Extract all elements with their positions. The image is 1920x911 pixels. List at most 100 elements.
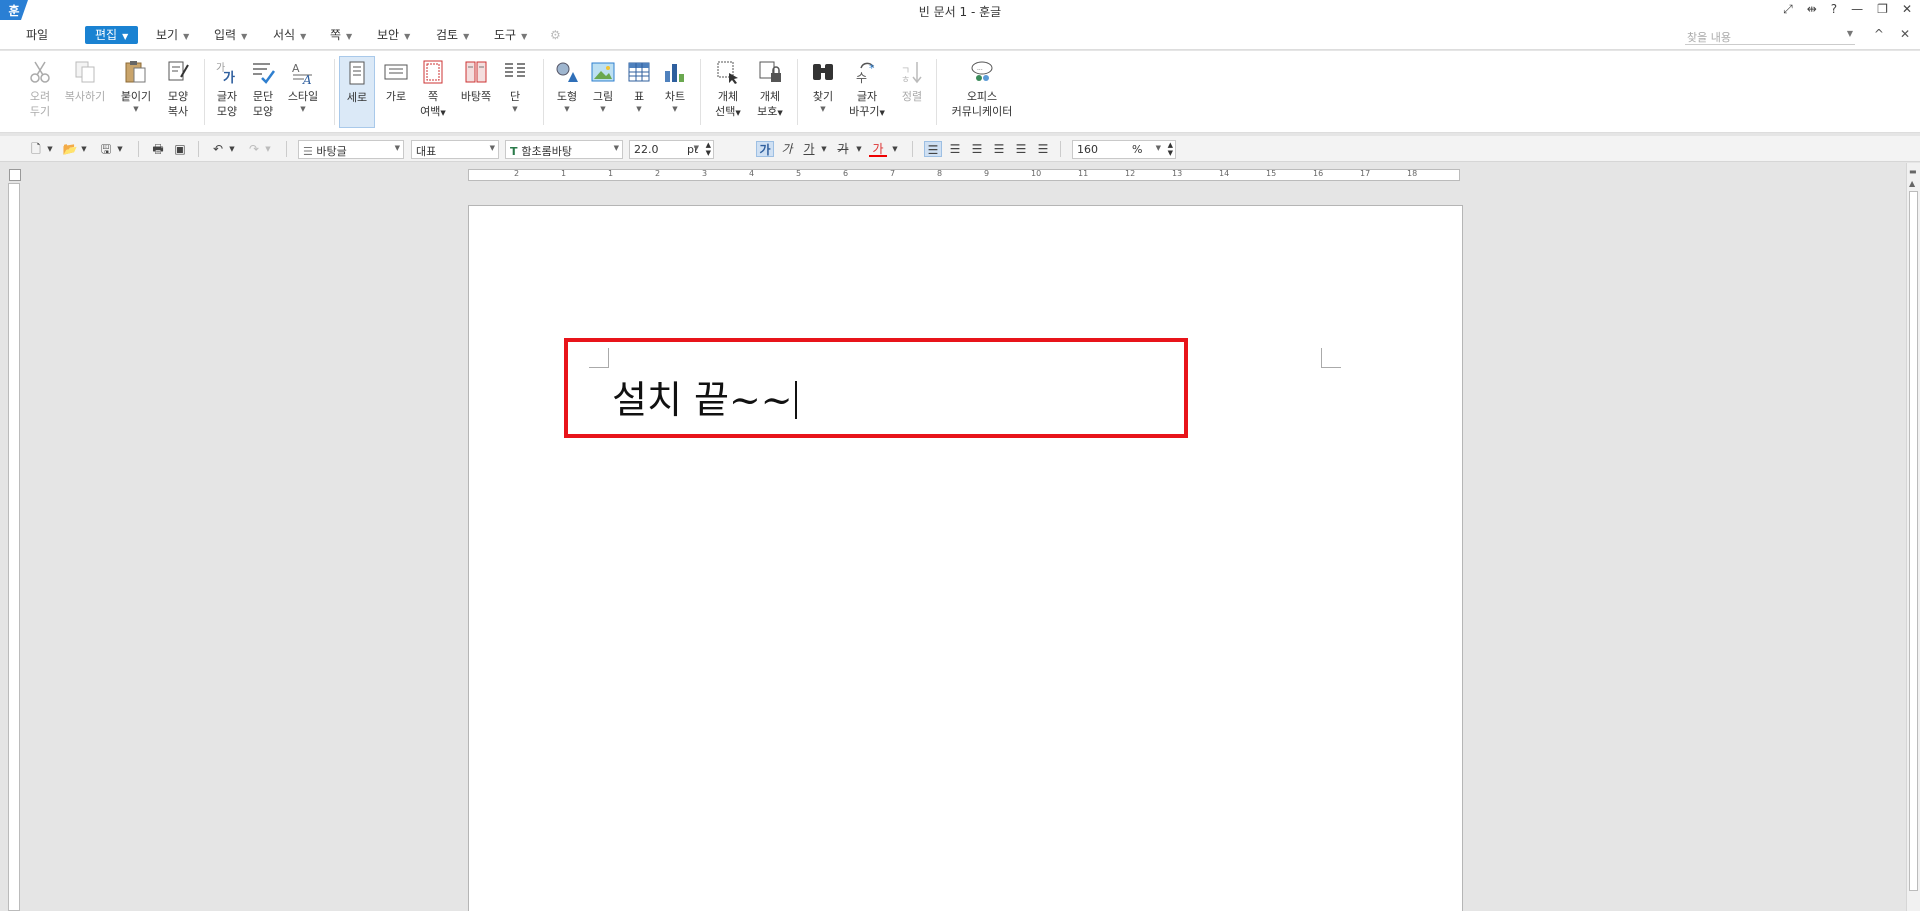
chevron-down-icon[interactable]: ▼ (80, 141, 88, 157)
spin-icon[interactable]: ▲ ▼ (706, 141, 711, 157)
align-right-icon[interactable]: ☰ (990, 141, 1008, 157)
scroll-up-icon[interactable]: ▲ (1909, 179, 1915, 188)
menu-insert[interactable]: 입력 ▼ (210, 26, 251, 44)
font-select[interactable]: T 함초롬바탕 ▼ (505, 140, 623, 159)
spin-icon[interactable]: ▲ ▼ (1168, 141, 1173, 157)
new-document-icon[interactable]: 🗋 (28, 141, 44, 157)
copy-button[interactable]: 복사하기 (60, 59, 110, 104)
office-communicator-button[interactable]: ... 오피스 커뮤니케이터 (946, 59, 1018, 119)
extra-tool-icon[interactable]: ⚙ (546, 26, 565, 44)
fullscreen-icon[interactable]: ⤢ (1783, 2, 1793, 17)
divide-icon[interactable]: ☰ (1034, 141, 1052, 157)
menu-edit[interactable]: 편집 ▼ (85, 26, 139, 44)
menu-page[interactable]: 쪽 ▼ (326, 26, 356, 44)
chevron-down-icon[interactable]: ▼ (820, 141, 828, 157)
replace-button[interactable]: 수 * 글자 바꾸기▼ (845, 59, 889, 121)
close-doc-icon[interactable]: ✕ (1900, 27, 1910, 41)
bold-button[interactable]: 가 (756, 141, 774, 157)
scroll-split-icon[interactable]: ▬ (1909, 167, 1917, 176)
chevron-down-icon[interactable]: ▼ (891, 141, 899, 157)
chevron-down-icon[interactable]: ▼ (583, 104, 623, 114)
print-preview-icon[interactable]: ▣ (172, 141, 188, 157)
char-shape-button[interactable]: 가가 글자 모양 (207, 59, 247, 119)
find-button[interactable]: 찾기 ▼ (803, 59, 843, 114)
chevron-down-icon[interactable]: ▼ (116, 104, 156, 114)
align-justify-icon[interactable]: ☰ (924, 141, 942, 157)
italic-button[interactable]: 가 (778, 141, 796, 157)
menu-file[interactable]: 파일 (22, 26, 52, 44)
ribbon-separator (797, 59, 798, 125)
background-page-button[interactable]: 바탕쪽 (456, 59, 496, 104)
distribute-icon[interactable]: ☰ (1012, 141, 1030, 157)
ruler-corner-icon[interactable] (9, 169, 21, 181)
open-folder-icon[interactable]: 📂 (62, 141, 78, 157)
chevron-down-icon[interactable]: ▼ (228, 141, 236, 157)
restore-button[interactable]: ❐ (1877, 2, 1888, 17)
para-shape-button[interactable]: 문단 모양 (243, 59, 283, 119)
save-icon[interactable]: 🖫 (98, 141, 114, 157)
collapse-ribbon-icon[interactable]: ^ (1874, 27, 1884, 41)
chart-button[interactable]: 차트 ▼ (655, 59, 695, 114)
find-input[interactable]: 찾을 내용 ▼ (1685, 27, 1855, 45)
sort-button[interactable]: ㄱㅎ 정렬 (892, 59, 932, 104)
vertical-scrollbar[interactable]: ▬ ▲ (1906, 163, 1920, 911)
chevron-down-icon[interactable]: ▼ (283, 104, 323, 114)
scrollbar-thumb[interactable] (1909, 191, 1918, 891)
format-copy-button[interactable]: 모양 복사 (158, 59, 198, 119)
horizontal-ruler[interactable]: 2 1 1 2 3 4 5 6 7 8 9 10 11 12 13 14 15 16 17 18 (468, 169, 1460, 181)
chevron-down-icon[interactable]: ▼ (1847, 29, 1853, 38)
font-size-field[interactable]: 22.0 pt ▼ ▲ ▼ (629, 140, 714, 159)
picture-button[interactable]: 그림 ▼ (583, 59, 623, 114)
chevron-down-icon[interactable]: ▼ (855, 141, 863, 157)
menu-view[interactable]: 보기 ▼ (152, 26, 193, 44)
menu-review[interactable]: 검토 ▼ (432, 26, 473, 44)
zoom-field[interactable]: 160% ▼ ▲ ▼ (1072, 140, 1176, 159)
fit-width-icon[interactable]: ⇹ (1807, 2, 1817, 17)
chevron-down-icon[interactable]: ▼ (879, 109, 884, 117)
document-page[interactable]: 설치 끝~~ (468, 205, 1463, 911)
strikethrough-button[interactable]: 가 (834, 141, 852, 157)
underline-button[interactable]: 가 (800, 141, 818, 157)
close-button[interactable]: ✕ (1902, 2, 1912, 17)
redo-icon[interactable]: ↷ (246, 141, 262, 157)
landscape-button[interactable]: 가로 (376, 59, 416, 104)
document-text[interactable]: 설치 끝~~ (612, 369, 797, 424)
chevron-down-icon[interactable]: ▼ (655, 104, 695, 114)
chevron-down-icon[interactable]: ▼ (264, 141, 272, 157)
cut-button[interactable]: 오려 두기 (20, 59, 60, 119)
shapes-icon (556, 62, 578, 82)
chevron-down-icon[interactable]: ▼ (497, 104, 533, 114)
chevron-down-icon[interactable]: ▼ (440, 109, 445, 117)
svg-text:...: ... (977, 65, 983, 72)
chevron-down-icon[interactable]: ▼ (116, 141, 124, 157)
chevron-down-icon[interactable]: ▼ (777, 109, 782, 117)
object-select-button[interactable]: 개체 선택▼ (708, 59, 748, 121)
font-color-button[interactable]: 가 (869, 141, 887, 157)
table-button[interactable]: 표 ▼ (619, 59, 659, 114)
object-protect-button[interactable]: 개체 보호▼ (750, 59, 790, 121)
style-button[interactable]: AA 스타일 ▼ (283, 59, 323, 114)
minimize-button[interactable]: — (1851, 2, 1863, 17)
vertical-ruler[interactable] (8, 183, 20, 911)
chevron-down-icon[interactable]: ▼ (735, 109, 740, 117)
help-icon[interactable]: ? (1831, 2, 1837, 17)
language-select[interactable]: 대표 ▼ (411, 140, 499, 159)
chevron-down-icon[interactable]: ▼ (619, 104, 659, 114)
menu-tools[interactable]: 도구 ▼ (490, 26, 531, 44)
style-select[interactable]: ☰ 바탕글 ▼ (298, 140, 404, 159)
column-button[interactable]: 단 ▼ (497, 59, 533, 114)
print-icon[interactable]: 🖶 (150, 141, 166, 157)
portrait-button[interactable]: 세로 (339, 56, 375, 128)
chevron-down-icon[interactable]: ▼ (46, 141, 54, 157)
shape-button[interactable]: 도형 ▼ (547, 59, 587, 114)
clipboard-icon (125, 61, 146, 83)
align-left-icon[interactable]: ☰ (946, 141, 964, 157)
page-margin-button[interactable]: 쪽 여백▼ (413, 59, 453, 121)
chevron-down-icon[interactable]: ▼ (803, 104, 843, 114)
chevron-down-icon[interactable]: ▼ (547, 104, 587, 114)
menu-security[interactable]: 보안 ▼ (373, 26, 414, 44)
paste-button[interactable]: 붙이기 ▼ (116, 59, 156, 114)
align-center-icon[interactable]: ☰ (968, 141, 986, 157)
menu-format[interactable]: 서식 ▼ (269, 26, 310, 44)
undo-icon[interactable]: ↶ (210, 141, 226, 157)
